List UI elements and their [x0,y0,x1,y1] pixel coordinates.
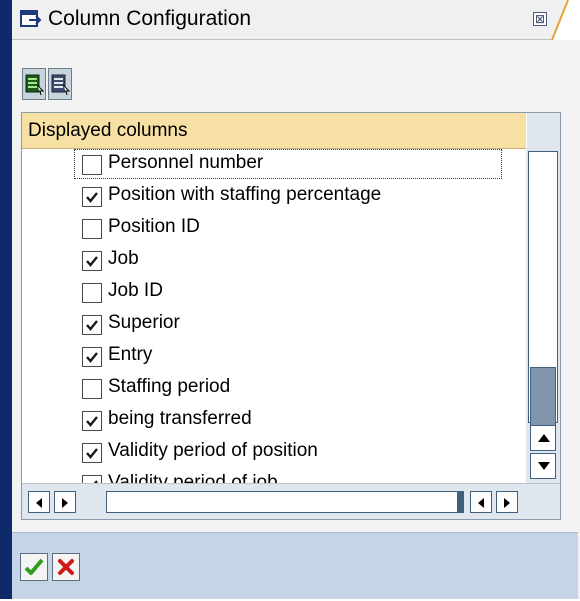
column-checkbox[interactable] [82,315,102,335]
displayed-columns-table: Displayed columns Personnel number Positi… [21,112,561,520]
list-item[interactable]: Job [22,245,522,277]
horizontal-scrollbar-area [22,483,560,519]
checkmark-icon [86,416,98,427]
column-label: Superior [108,312,180,333]
table-header: Displayed columns [22,113,526,149]
column-checkbox[interactable] [82,347,102,367]
column-checkbox[interactable] [82,475,102,483]
list-item[interactable]: Personnel number [22,149,522,181]
select-all-icon [25,74,45,96]
scroll-down-button[interactable] [530,453,556,479]
column-label: Position with staffing percentage [108,184,382,205]
list-item[interactable]: Entry [22,341,522,373]
column-label: Job ID [108,280,163,301]
arrow-left-icon [478,498,484,508]
column-label: Position ID [108,216,200,237]
arrow-down-icon [538,462,550,470]
list-item[interactable]: Validity period of job [22,469,522,483]
column-label: Personnel number [108,152,264,173]
vertical-scrollbar[interactable] [526,149,560,483]
deselect-all-button[interactable] [48,68,72,100]
table-rows: Personnel number Position with staffing p… [22,149,522,483]
column-checkbox[interactable] [82,187,102,207]
scroll-up-button[interactable] [530,425,556,451]
confirm-button[interactable] [20,553,48,581]
arrow-right-icon [62,498,68,508]
column-checkbox[interactable] [82,251,102,271]
horizontal-scroll-thumb[interactable] [457,492,463,512]
select-all-button[interactable] [22,68,46,100]
list-item[interactable]: Staffing period [22,373,522,405]
checkmark-icon [86,256,98,267]
column-label: Validity period of position [108,440,318,461]
column-checkbox[interactable] [82,411,102,431]
column-label: Staffing period [108,376,231,397]
checkmark-icon [86,192,98,203]
list-item[interactable]: being transferred [22,405,522,437]
scroll-right-button[interactable] [54,491,76,513]
list-item[interactable]: Position with staffing percentage [22,181,522,213]
checkmark-icon [86,320,98,331]
column-label: Entry [108,344,153,365]
cancel-button[interactable] [52,553,80,581]
column-checkbox[interactable] [82,379,102,399]
cancel-x-icon [58,559,74,575]
list-item[interactable]: Job ID [22,277,522,309]
column-configuration-dialog: Column Configuration ⊠ Displayed columns… [0,0,580,599]
dialog-footer [12,532,578,599]
scroll-left-button-2[interactable] [470,491,492,513]
window-corner-accent [551,0,580,40]
column-checkbox[interactable] [82,219,102,239]
arrow-up-icon [538,434,550,442]
arrow-right-icon [504,498,510,508]
column-checkbox[interactable] [82,283,102,303]
horizontal-scroll-track[interactable] [106,491,464,513]
scroll-left-button[interactable] [28,491,50,513]
column-label: being transferred [108,408,252,429]
column-label: Validity period of job [108,472,278,483]
dialog-window-icon [20,10,42,28]
scroll-right-button-2[interactable] [496,491,518,513]
title-bar: Column Configuration ⊠ [12,0,564,40]
list-item[interactable]: Validity period of position [22,437,522,469]
column-checkbox[interactable] [82,155,102,175]
check-icon [24,558,44,575]
arrow-left-icon [36,498,42,508]
column-label: Job [108,248,139,269]
deselect-all-icon [51,74,71,96]
list-item[interactable]: Position ID [22,213,522,245]
list-item[interactable]: Superior [22,309,522,341]
checkmark-icon [86,352,98,363]
column-checkbox[interactable] [82,443,102,463]
vertical-scroll-thumb[interactable] [530,367,556,427]
checkmark-icon [86,448,98,459]
dialog-title: Column Configuration [48,7,252,30]
header-scroll-corner [526,113,560,149]
